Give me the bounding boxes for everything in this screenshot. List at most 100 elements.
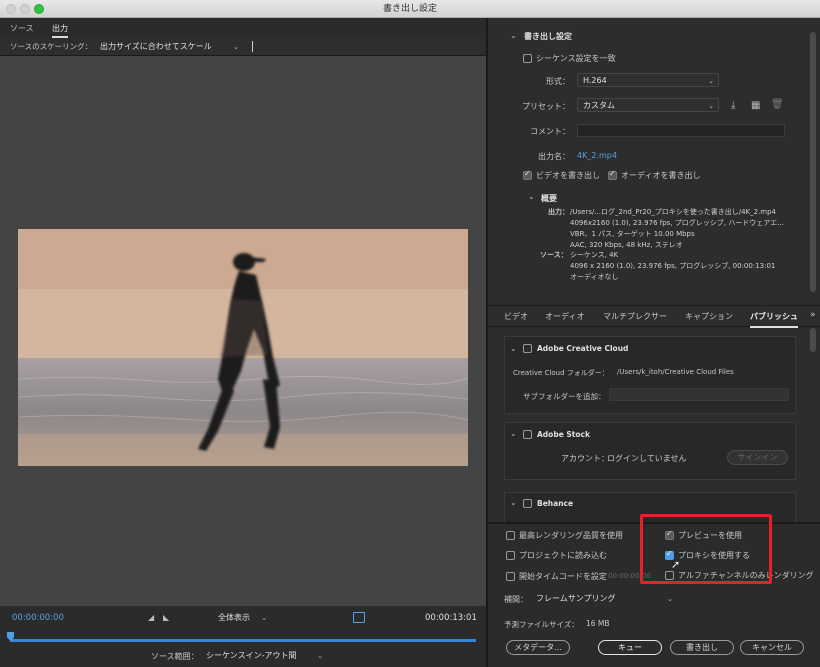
source-range-dropdown[interactable]: シーケンスイン-アウト間 ⌄ [200,648,328,662]
chevron-down-icon[interactable]: ⌄ [510,498,517,508]
summary-source: シーケンス, 4K 4096 x 2160 (1.0), 23.976 fps,… [570,250,775,283]
subfolder-input[interactable] [609,388,789,401]
highlight-box [640,514,772,584]
interp-value: フレームサンプリング [536,594,616,603]
stock-checkbox[interactable] [523,430,532,439]
close-window-button[interactable] [6,4,16,14]
export-video-checkbox[interactable] [523,169,532,180]
interp-label: 補間： [504,595,528,604]
source-range-label: ソース範囲： [151,652,199,661]
signin-button[interactable]: サインイン [727,450,788,465]
tab-captions[interactable]: キャプション [685,311,733,322]
title-bar: 書き出し設定 [0,0,820,18]
queue-button[interactable]: キュー [598,640,662,655]
cc-panel: ⌄ Adobe Creative Cloud Creative Cloud フォ… [504,336,796,414]
minimize-window-button[interactable] [20,4,30,14]
import-preset-icon[interactable]: ▦ [751,101,760,111]
import-project-checkbox[interactable] [506,551,515,560]
chevron-down-icon: ⌄ [708,77,714,85]
output-name-link[interactable]: 4K_2.mp4 [577,151,617,160]
video-frame-image [18,229,468,466]
window-title: 書き出し設定 [382,4,437,14]
cc-folder-value[interactable]: /Users/k_itoh/Creative Cloud Files [617,368,734,376]
export-settings-header: 書き出し設定 [524,32,572,41]
preset-label: プリセット： [522,102,570,111]
text-cursor [252,41,253,52]
cancel-button[interactable]: キャンセル [740,640,804,655]
scaling-value: 出力サイズに合わせてスケール [100,42,212,51]
aspect-icon[interactable] [353,612,365,623]
export-button[interactable]: 書き出し [670,640,734,655]
more-tabs-icon[interactable]: » [810,310,816,320]
save-preset-icon[interactable]: ⤓ [731,101,735,111]
preview-pane: ソース 出力 ソースのスケーリング： 出力サイズに合わせてスケール ⌄ 00:0… [0,18,486,667]
zoom-window-button[interactable] [34,4,44,14]
settings-scrollbar[interactable] [810,32,816,292]
summary-source-line: オーディオなし [570,273,619,281]
filesize-label: 予測ファイルサイズ： [504,620,579,629]
current-timecode[interactable]: 00:00:00:00 [12,613,64,623]
preset-dropdown[interactable]: カスタム ⌄ [577,98,719,112]
comment-label: コメント： [530,127,570,136]
settings-tabs: ビデオ オーディオ マルチプレクサー キャプション パブリッシュ » [488,305,820,328]
chevron-down-icon[interactable]: ⌄ [510,344,517,354]
chevron-down-icon: ⌄ [667,595,673,603]
tab-publish[interactable]: パブリッシュ [750,311,798,328]
summary-output-label: 出力： [548,208,569,216]
video-preview [0,56,486,606]
mark-out-icon[interactable]: ◣ [163,613,169,623]
subfolder-label: サブフォルダーを追加： [523,392,606,401]
output-name-label: 出力名： [538,152,570,161]
scaling-bar: ソースのスケーリング： 出力サイズに合わせてスケール ⌄ [0,38,486,56]
start-timecode-checkbox[interactable] [506,572,515,581]
mark-in-icon[interactable]: ◢ [148,613,154,623]
stock-title: Adobe Stock [537,430,590,439]
chevron-down-icon: ⌄ [317,652,323,660]
export-audio-label: オーディオを書き出し [621,171,701,180]
chevron-down-icon: ⌄ [233,43,239,51]
timeline-track[interactable] [10,639,476,642]
chevron-down-icon[interactable]: ⌄ [528,192,535,202]
behance-checkbox[interactable] [523,499,532,508]
timeline-bar: 00:00:00:00 ◢ ◣ 全体表示 ⌄ 00:00:13:01 ソース範囲… [0,606,486,667]
export-audio-checkbox[interactable] [608,169,617,180]
cc-title: Adobe Creative Cloud [537,344,629,353]
summary-output-line: 4096x2160 (1.0), 23.976 fps, プログレッシブ, ハー… [570,219,784,227]
chevron-down-icon[interactable]: ⌄ [510,31,517,41]
preview-tabs: ソース 出力 [0,18,486,38]
chevron-down-icon: ⌄ [261,614,267,622]
metadata-button[interactable]: メタデータ... [506,640,570,655]
summary-output-line: /Users/...ログ_2nd_Pr20_プロキシを使った書き出し/4K_2.… [570,208,777,216]
start-timecode-label: 開始タイムコードを設定 [519,572,607,581]
cc-checkbox[interactable] [523,344,532,353]
match-sequence-label: シーケンス設定を一致 [536,54,616,63]
tab-multiplexer[interactable]: マルチプレクサー [603,311,667,322]
tab-video[interactable]: ビデオ [504,311,528,322]
summary-source-line: 4096 x 2160 (1.0), 23.976 fps, プログレッシブ, … [570,262,776,270]
chevron-down-icon: ⌄ [708,102,714,110]
scaling-label: ソースのスケーリング： [10,42,93,51]
comment-input[interactable] [577,124,785,137]
fit-dropdown[interactable]: 全体表示 ⌄ [212,610,272,624]
stock-account-value: ログインしていません [607,454,687,463]
settings-pane: ⌄ 書き出し設定 シーケンス設定を一致 形式： H.264 ⌄ プリセット： カ… [488,18,820,667]
summary-output-line: VBR、1 パス, ターゲット 10.00 Mbps [570,230,695,238]
tab-source[interactable]: ソース [10,23,34,34]
tab-output[interactable]: 出力 [52,23,68,38]
import-project-label: プロジェクトに読み込む [519,551,607,560]
tab-audio[interactable]: オーディオ [545,311,584,322]
stock-account-label: アカウント： [561,454,609,463]
source-range-value: シーケンスイン-アウト間 [206,651,297,660]
publish-scrollbar[interactable] [810,328,816,352]
scaling-dropdown[interactable]: 出力サイズに合わせてスケール ⌄ [94,39,244,53]
format-dropdown[interactable]: H.264 ⌄ [577,73,719,87]
behance-title: Behance [537,499,574,508]
trash-icon[interactable]: 🗑 [771,100,784,110]
match-sequence-checkbox[interactable] [523,54,532,63]
max-render-label: 最高レンダリング品質を使用 [519,531,623,540]
fit-value: 全体表示 [218,613,250,622]
format-label: 形式： [546,77,570,86]
interp-dropdown[interactable]: フレームサンプリング ⌄ [530,591,678,605]
chevron-down-icon[interactable]: ⌄ [510,429,517,439]
max-render-checkbox[interactable] [506,531,515,540]
